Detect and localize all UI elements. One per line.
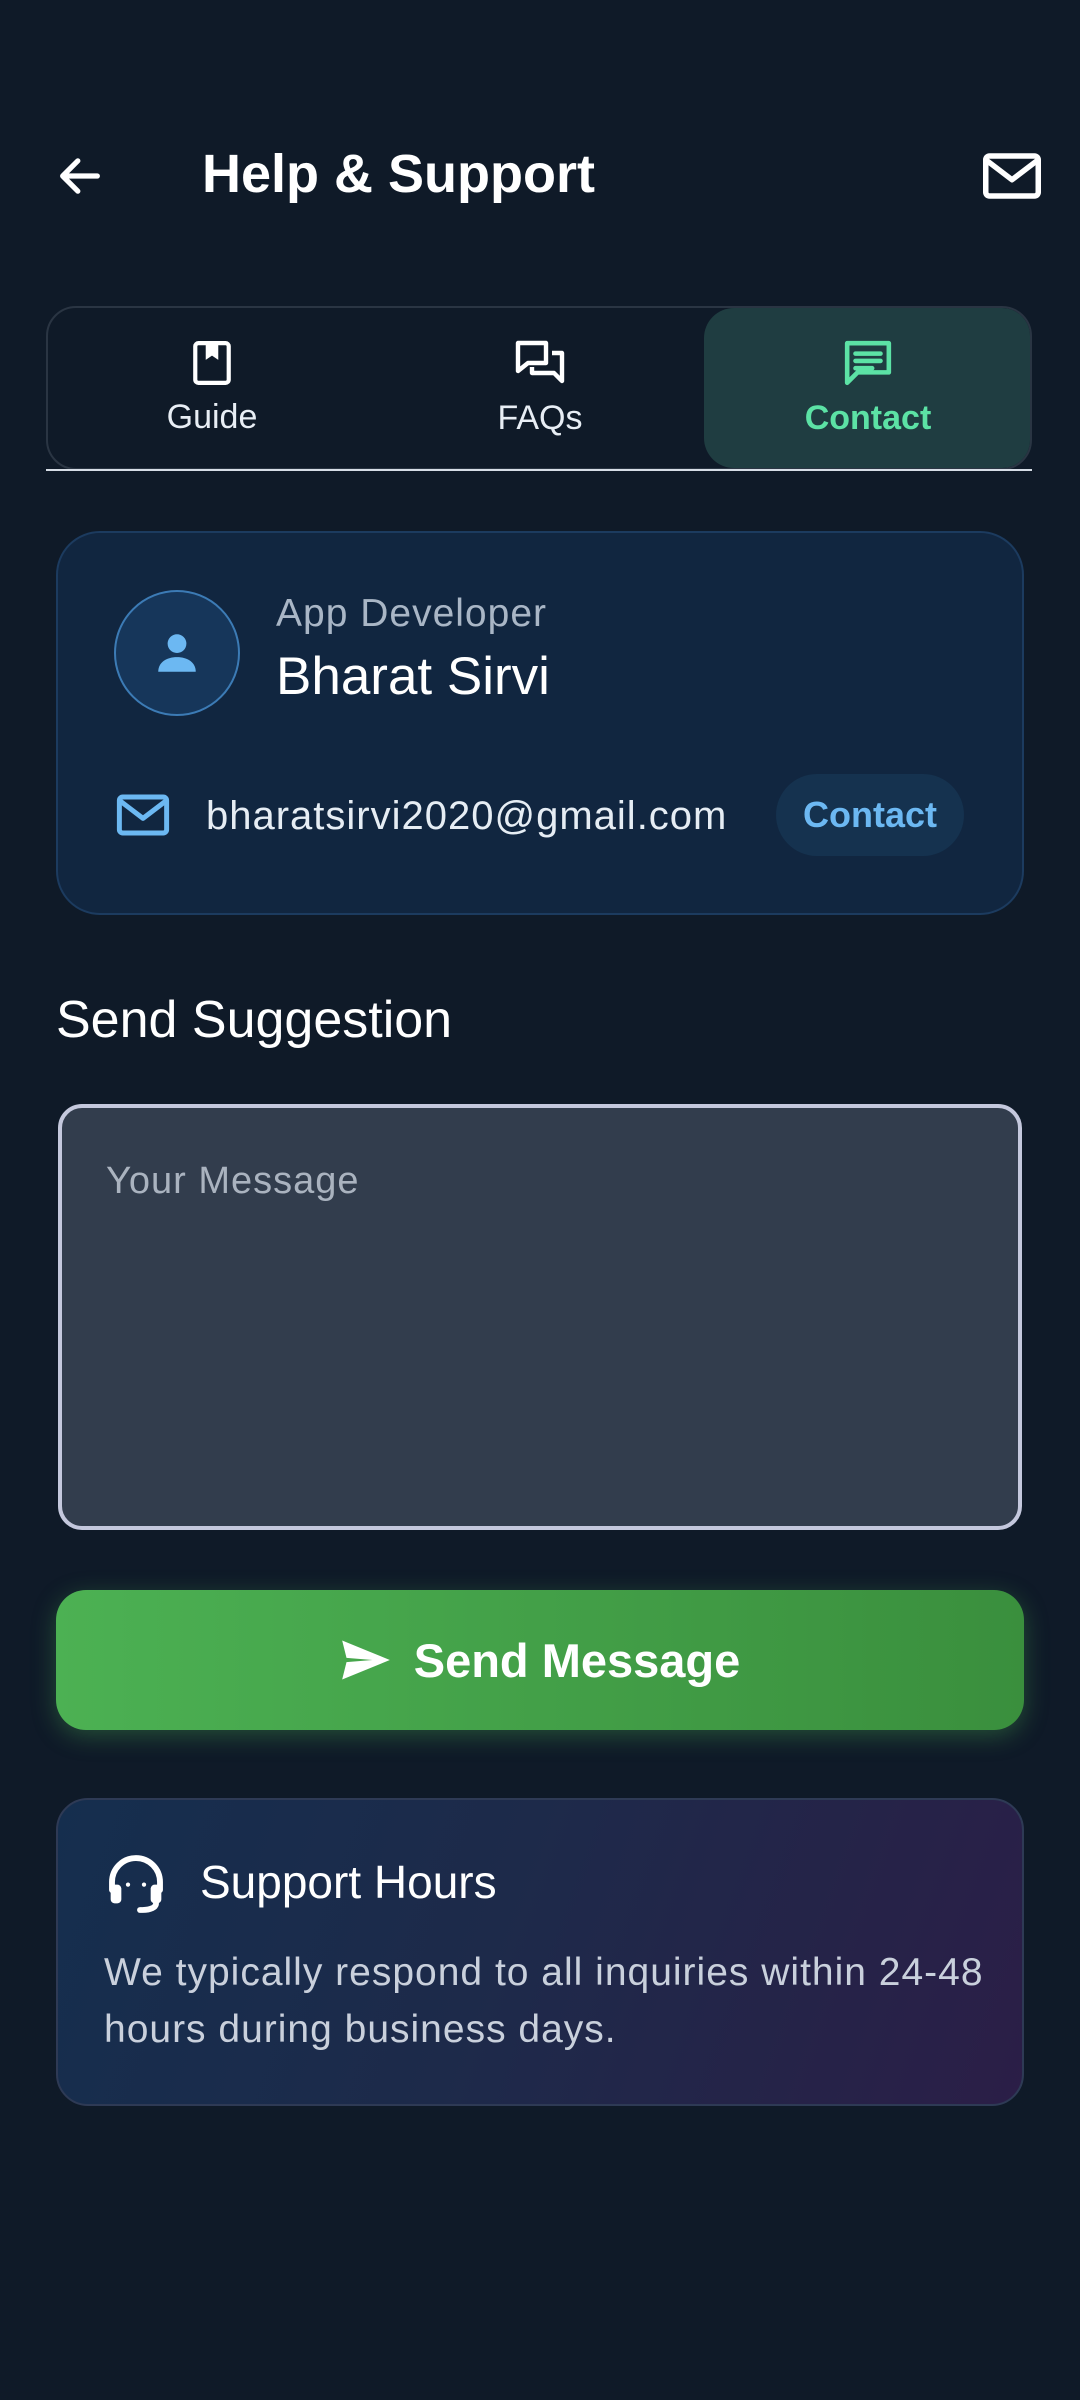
person-icon — [158, 634, 196, 672]
mail-button[interactable] — [976, 140, 1048, 212]
tab-contact[interactable]: Contact — [704, 308, 1030, 468]
arrow-left-icon — [60, 158, 100, 194]
tab-faqs-label: FAQs — [497, 398, 583, 437]
support-hours-text: We typically respond to all inquiries wi… — [104, 1951, 984, 2051]
avatar — [114, 590, 240, 716]
message-icon — [844, 340, 892, 385]
developer-name: Bharat Sirvi — [276, 647, 550, 706]
tab-guide-label: Guide — [166, 397, 258, 436]
tab-bar: Guide FAQs Contact — [46, 306, 1032, 470]
chat-bubbles-icon — [515, 340, 565, 383]
message-input[interactable] — [62, 1108, 1018, 1526]
tab-contact-label: Contact — [804, 398, 932, 437]
contact-button[interactable]: Contact — [776, 774, 964, 856]
section-title-suggestion: Send Suggestion — [56, 991, 453, 1049]
message-field — [58, 1104, 1022, 1530]
page-title: Help & Support — [202, 144, 595, 204]
mail-icon — [983, 153, 1041, 199]
developer-email[interactable]: bharatsirvi2020@gmail.com — [206, 790, 727, 842]
headset-icon — [109, 1855, 163, 1913]
send-message-label: Send Message — [413, 1633, 741, 1687]
tab-guide[interactable]: Guide — [48, 308, 376, 468]
support-hours-title: Support Hours — [200, 1856, 497, 1908]
tab-faqs[interactable]: FAQs — [376, 308, 704, 468]
developer-role: App Developer — [276, 592, 547, 635]
book-icon — [193, 340, 231, 385]
send-message-button[interactable]: Send Message — [56, 1590, 1024, 1730]
tab-underline — [46, 469, 1032, 471]
back-button[interactable] — [44, 140, 116, 212]
email-icon — [116, 794, 170, 836]
send-icon — [341, 1640, 390, 1680]
developer-card — [56, 531, 1024, 915]
